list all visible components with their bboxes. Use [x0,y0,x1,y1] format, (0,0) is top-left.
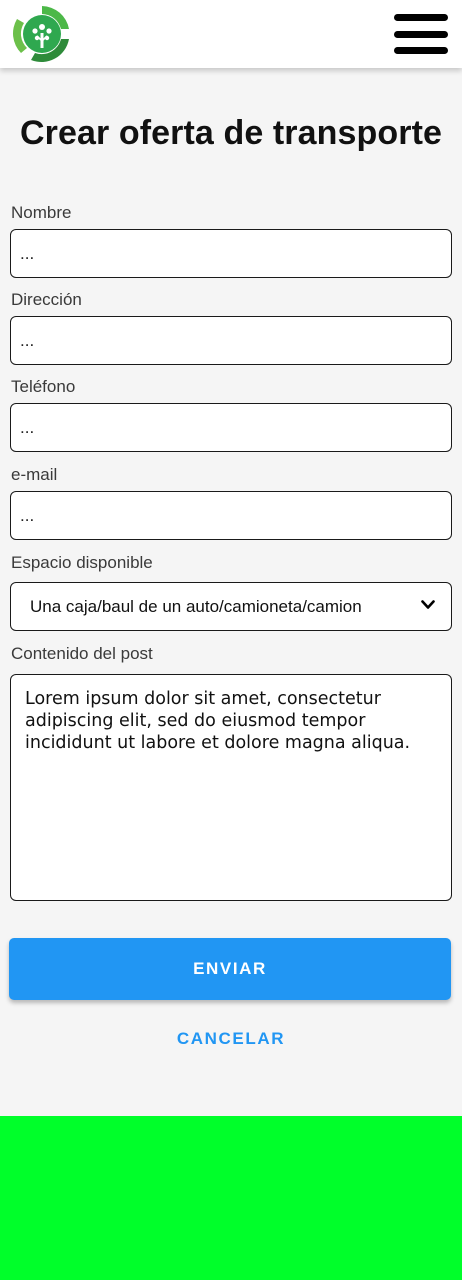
contenido-textarea[interactable]: Lorem ipsum dolor sit amet, consectetur … [10,674,452,901]
email-label: e-mail [11,465,58,484]
cancelar-button[interactable]: CANCELAR [0,1026,462,1052]
menu-line [394,30,448,38]
espacio-selected-value: Una caja/baul de un auto/camioneta/camio… [30,596,362,616]
recycle-tree-logo[interactable] [11,3,73,65]
telefono-field[interactable] [10,403,452,452]
nombre-label: Nombre [11,203,72,222]
espacio-label: Espacio disponible [11,553,153,572]
footer-bar [0,1116,462,1280]
menu-line [394,47,448,54]
contenido-label: Contenido del post [11,644,153,663]
hamburger-menu-icon[interactable] [394,14,448,54]
direccion-label: Dirección [11,290,82,309]
menu-line [394,14,448,21]
chevron-down-icon [421,600,435,609]
espacio-select[interactable]: Una caja/baul de un auto/camioneta/camio… [10,582,452,631]
top-app-bar [0,0,462,68]
enviar-button[interactable]: ENVIAR [9,938,451,1000]
direccion-field[interactable] [10,316,452,365]
nombre-field[interactable] [10,229,452,278]
page-title: Crear oferta de transporte [19,114,443,152]
telefono-label: Teléfono [11,377,76,396]
email-field[interactable] [10,491,452,540]
